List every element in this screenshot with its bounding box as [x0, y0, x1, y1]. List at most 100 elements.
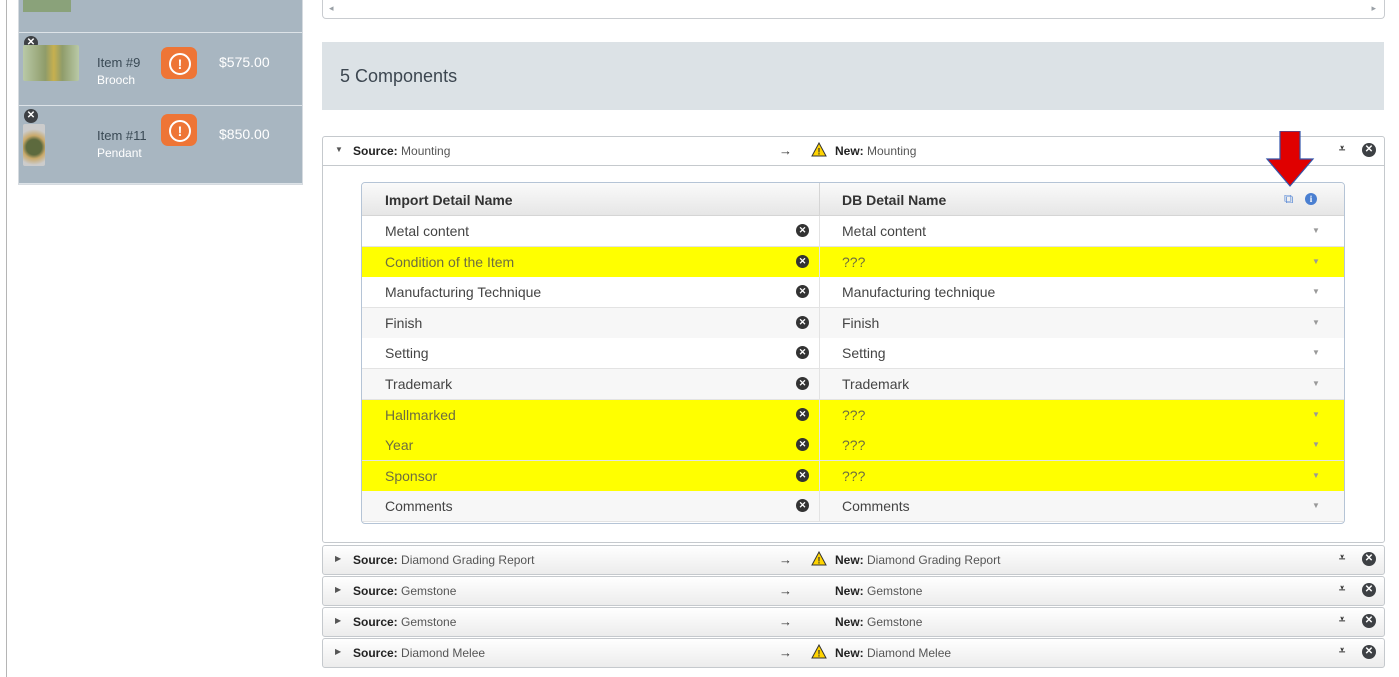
table-row: Setting ✕ Setting ▼	[362, 338, 1344, 370]
import-detail-name: Setting	[385, 345, 429, 362]
close-icon[interactable]: ✕	[1362, 645, 1376, 659]
remove-mapping-icon[interactable]: ✕	[796, 468, 809, 482]
source-label: Source:	[353, 584, 398, 598]
source-value: Gemstone	[401, 615, 457, 629]
component-row[interactable]: ▶ Source: Gemstone → New: Gemstone ⩡ ✕	[322, 576, 1385, 606]
info-icon[interactable]: i	[1305, 193, 1317, 205]
new-value: Mounting	[867, 144, 917, 158]
expand-caret-icon[interactable]: ▶	[335, 585, 341, 594]
table-row: Manufacturing Technique ✕ Manufacturing te…	[362, 277, 1344, 309]
item-name: Item #11	[97, 128, 147, 143]
remove-mapping-icon[interactable]: ✕	[796, 224, 809, 237]
source-value: Gemstone	[401, 584, 457, 598]
table-row: Sponsor ✕??? ▼	[362, 460, 1344, 492]
new-label: New:	[835, 144, 864, 158]
db-detail-select[interactable]: Manufacturing technique	[842, 284, 995, 300]
collapse-icon[interactable]: ⩡	[1339, 552, 1345, 565]
arrow-right-icon: →	[779, 583, 792, 598]
horizontal-scrollbar[interactable]: ◂ ▸	[322, 0, 1385, 19]
alert-icon[interactable]: !	[161, 114, 197, 146]
db-detail-select[interactable]: Trademark	[842, 376, 909, 392]
remove-mapping-icon[interactable]: ✕	[796, 346, 809, 360]
table-row: Year ✕??? ▼	[362, 430, 1344, 462]
import-detail-name: Finish	[385, 314, 423, 331]
item-type: Brooch	[97, 73, 136, 87]
alert-icon[interactable]: !	[161, 47, 197, 79]
table-row: Hallmarked ✕??? ▼	[362, 399, 1344, 431]
import-detail-name: Comments	[385, 498, 453, 515]
column-header-db: DB Detail Name	[842, 192, 947, 208]
close-icon[interactable]: ✕	[1362, 552, 1376, 566]
component-row[interactable]: ▶ Source: Diamond Melee →! New: Diamond Mel…	[322, 638, 1385, 668]
remove-mapping-icon[interactable]: ✕	[796, 407, 809, 421]
copy-icon[interactable]: ⧉	[1284, 191, 1293, 207]
remove-item-icon[interactable]: ✕	[24, 109, 38, 123]
caret-down-icon[interactable]: ▼	[1312, 287, 1320, 296]
import-detail-name: Trademark	[385, 376, 453, 392]
db-detail-select[interactable]: ???	[842, 437, 865, 453]
expand-caret-icon[interactable]: ▶	[335, 616, 341, 625]
collapse-icon[interactable]: ⩡	[1339, 614, 1345, 627]
import-detail-name: Metal content	[385, 223, 470, 239]
sidebar-item-9[interactable]: ✕ Item #9 Brooch ! $575.00	[19, 33, 302, 106]
caret-down-icon[interactable]: ▼	[1312, 440, 1320, 449]
caret-down-icon[interactable]: ▼	[1312, 501, 1320, 510]
new-value: Gemstone	[867, 584, 923, 598]
scroll-left-icon[interactable]: ◂	[329, 3, 334, 14]
expand-caret-icon[interactable]: ▼	[335, 145, 343, 154]
db-detail-select[interactable]: ???	[842, 407, 865, 423]
component-row[interactable]: ▶ Source: Gemstone → New: Gemstone ⩡ ✕	[322, 607, 1385, 637]
item-thumbnail	[23, 124, 45, 166]
close-icon[interactable]: ✕	[1362, 583, 1376, 597]
db-detail-select[interactable]: Finish	[842, 315, 879, 331]
table-header: Import Detail Name DB Detail Name ⧉ i	[362, 183, 1344, 216]
db-detail-select[interactable]: Setting	[842, 345, 886, 361]
caret-down-icon[interactable]: ▼	[1312, 226, 1320, 235]
caret-down-icon[interactable]: ▼	[1312, 471, 1320, 480]
collapse-icon[interactable]: ⩡	[1339, 143, 1345, 156]
collapse-icon[interactable]: ⩡	[1339, 583, 1345, 596]
close-icon[interactable]: ✕	[1362, 614, 1376, 628]
new-label: New:	[835, 615, 864, 629]
remove-mapping-icon[interactable]: ✕	[796, 315, 809, 329]
caret-down-icon[interactable]: ▼	[1312, 257, 1320, 266]
db-detail-select[interactable]: ???	[842, 468, 865, 484]
expand-caret-icon[interactable]: ▶	[335, 647, 341, 656]
db-detail-select[interactable]: ???	[842, 254, 865, 270]
warning-icon: !	[811, 551, 827, 566]
source-label: Source:	[353, 646, 398, 660]
table-row: Finish ✕ Finish ▼	[362, 307, 1344, 339]
import-detail-name: Hallmarked	[385, 406, 456, 423]
remove-mapping-icon[interactable]: ✕	[796, 377, 809, 390]
caret-down-icon[interactable]: ▼	[1312, 379, 1320, 388]
item-thumbnail	[23, 0, 71, 12]
db-detail-select[interactable]: Comments	[842, 498, 910, 514]
sidebar-item-11[interactable]: ✕ Item #11 Pendant ! $850.00	[19, 106, 302, 184]
source-label: Source:	[353, 553, 398, 567]
caret-down-icon[interactable]: ▼	[1312, 348, 1320, 357]
import-detail-name: Year	[385, 437, 414, 454]
expand-caret-icon[interactable]: ▶	[335, 554, 341, 563]
close-icon[interactable]: ✕	[1362, 143, 1376, 157]
remove-mapping-icon[interactable]: ✕	[796, 254, 809, 268]
new-label: New:	[835, 584, 864, 598]
source-value: Diamond Grading Report	[401, 553, 535, 567]
db-detail-select[interactable]: Metal content	[842, 223, 926, 239]
remove-mapping-icon[interactable]: ✕	[796, 499, 809, 513]
detail-mapping-table: Import Detail Name DB Detail Name ⧉ i Me…	[361, 182, 1345, 524]
item-thumbnail	[23, 45, 79, 81]
list-item-partial[interactable]	[19, 0, 302, 33]
scroll-right-icon[interactable]: ▸	[1371, 3, 1376, 14]
collapse-icon[interactable]: ⩡	[1339, 645, 1345, 658]
component-row-header[interactable]: ▼ Source: Mounting → ! New: Mounting ⩡ ✕	[323, 137, 1384, 166]
component-row[interactable]: ▶ Source: Diamond Grading Report →! New: Di…	[322, 545, 1385, 575]
caret-down-icon[interactable]: ▼	[1312, 410, 1320, 419]
caret-down-icon[interactable]: ▼	[1312, 318, 1320, 327]
new-value: Gemstone	[867, 615, 923, 629]
remove-mapping-icon[interactable]: ✕	[796, 438, 809, 452]
table-row: Comments ✕ Comments ▼	[362, 491, 1344, 523]
arrow-right-icon: →	[779, 143, 792, 158]
remove-mapping-icon[interactable]: ✕	[796, 285, 809, 299]
table-row: Metal content ✕ Metal content ▼	[362, 216, 1344, 247]
table-row: Trademark ✕ Trademark ▼	[362, 369, 1344, 400]
